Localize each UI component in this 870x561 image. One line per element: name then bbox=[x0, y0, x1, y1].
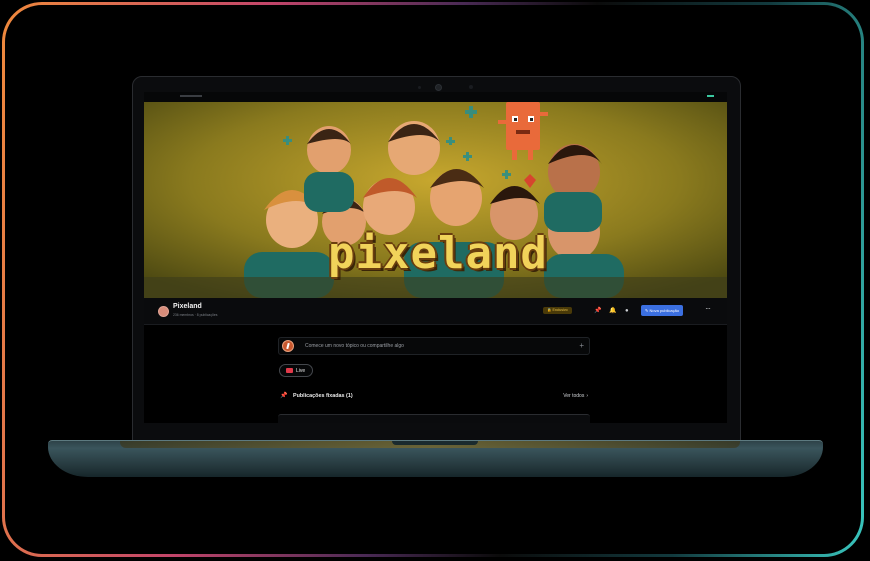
live-icon bbox=[286, 368, 293, 373]
see-all-label[interactable]: Ver todos bbox=[563, 393, 584, 399]
post-composer[interactable]: Comece um novo tópico ou compartilhe alg… bbox=[278, 337, 590, 355]
laptop-screen: pixeland Pixeland 236 membros · 8 public… bbox=[144, 92, 727, 423]
user-avatar[interactable] bbox=[282, 340, 294, 352]
see-all-link[interactable]: Ver todos › bbox=[563, 393, 588, 399]
exclusive-badge: 🔒 Exclusivo bbox=[543, 307, 572, 314]
community-feed: Comece um novo tópico ou compartilhe alg… bbox=[144, 325, 727, 423]
bell-icon[interactable]: 🔔 bbox=[609, 308, 616, 314]
community-banner: pixeland bbox=[144, 102, 727, 298]
moon-icon[interactable]: ● bbox=[625, 308, 629, 314]
banner-brand-wordmark: pixeland bbox=[328, 228, 548, 279]
app-topbar bbox=[144, 92, 727, 102]
plus-icon[interactable]: + bbox=[579, 341, 584, 351]
laptop-hinge-notch bbox=[392, 441, 478, 445]
topbar-logo[interactable] bbox=[180, 95, 202, 97]
chevron-right-icon: › bbox=[586, 393, 588, 399]
pin-icon[interactable]: 📌 bbox=[594, 308, 601, 314]
webcam bbox=[436, 85, 441, 90]
composer-placeholder[interactable]: Comece um novo tópico ou compartilhe alg… bbox=[305, 343, 404, 349]
pinned-posts-header: 📌 Publicações fixadas (1) Ver todos › bbox=[280, 391, 588, 403]
live-label: Live bbox=[296, 368, 306, 374]
pin-icon: 📌 bbox=[280, 393, 288, 399]
community-avatar[interactable] bbox=[158, 306, 169, 317]
more-dots-icon[interactable]: ··· bbox=[705, 305, 711, 313]
showcase-stage: pixeland Pixeland 236 membros · 8 public… bbox=[0, 0, 870, 561]
pinned-posts-title: Publicações fixadas (1) bbox=[293, 393, 353, 399]
live-button[interactable]: Live bbox=[279, 364, 313, 377]
new-post-button[interactable]: ✎ Nova publicação bbox=[641, 305, 684, 316]
topbar-status-indicator bbox=[707, 95, 714, 97]
community-header: Pixeland 236 membros · 8 publicações 🔒 E… bbox=[144, 298, 727, 325]
pinned-post-card[interactable] bbox=[278, 414, 590, 423]
sensor-dot bbox=[418, 86, 421, 89]
community-name[interactable]: Pixeland bbox=[173, 303, 202, 310]
sensor-dot bbox=[469, 85, 473, 89]
community-meta: 236 membros · 8 publicações bbox=[173, 313, 218, 317]
